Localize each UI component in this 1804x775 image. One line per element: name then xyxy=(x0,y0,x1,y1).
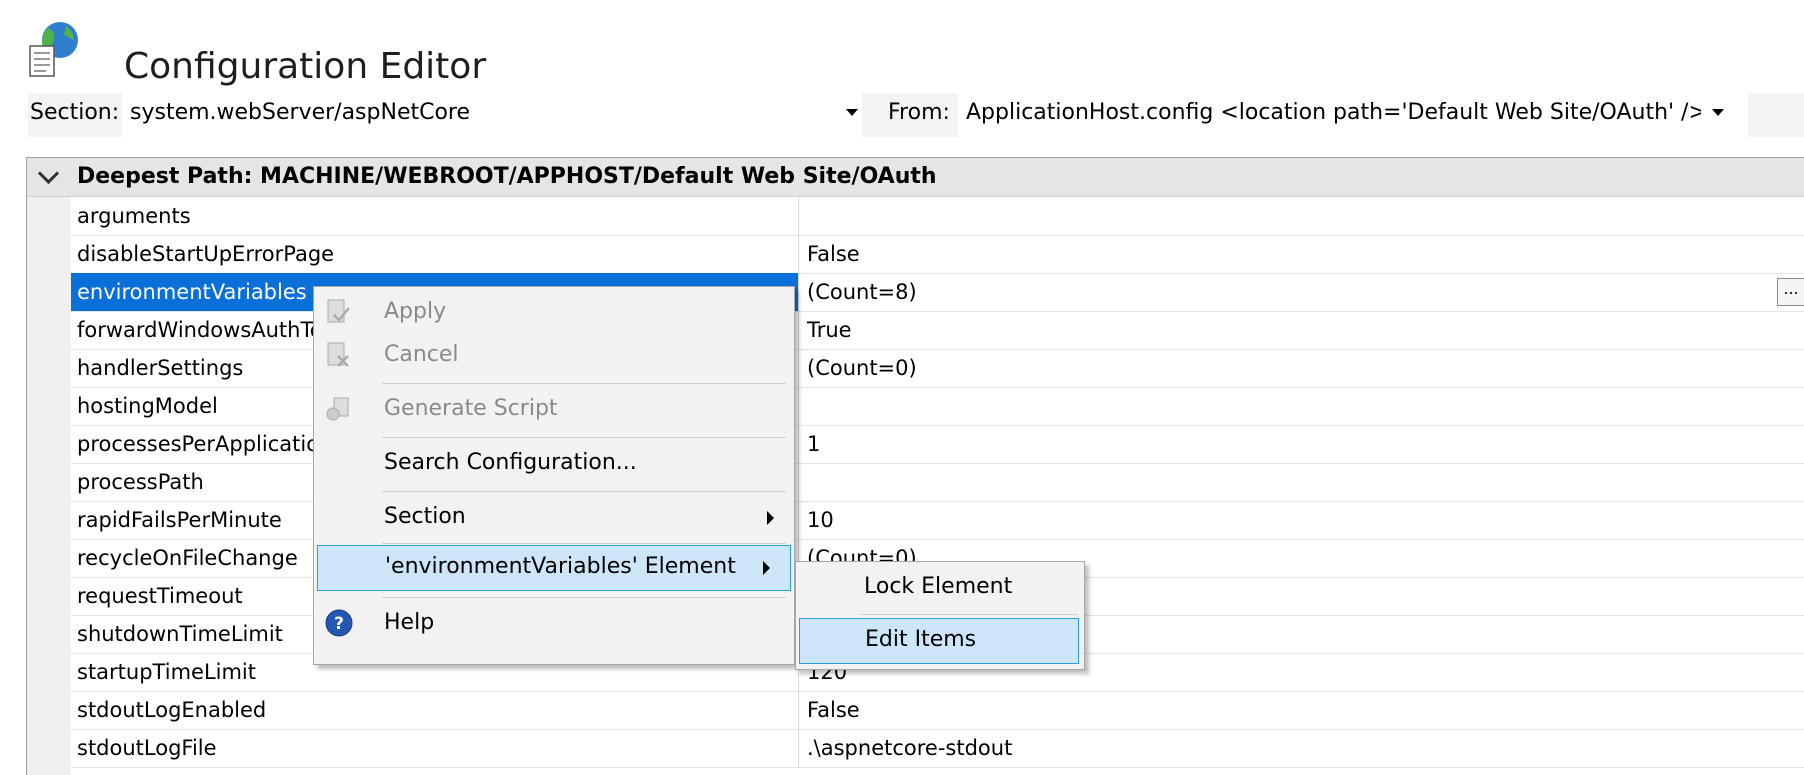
table-row[interactable]: disableStartUpErrorPage False xyxy=(71,235,1804,274)
property-value: 1 xyxy=(807,432,821,456)
property-value: False xyxy=(807,698,860,722)
property-name: disableStartUpErrorPage xyxy=(71,235,799,273)
property-value: True xyxy=(807,318,852,342)
menu-item-generate-script[interactable]: Generate Script xyxy=(314,386,794,434)
property-value: (Count=8) xyxy=(807,280,917,304)
menu-separator xyxy=(382,437,786,438)
menu-item-help[interactable]: ? Help xyxy=(314,600,794,648)
grid-gutter xyxy=(27,197,71,775)
section-toolbar: Section: system.webServer/aspNetCore Fro… xyxy=(28,93,1804,137)
property-value: 10 xyxy=(807,508,834,532)
grid-group-header[interactable]: Deepest Path: MACHINE/WEBROOT/APPHOST/De… xyxy=(27,158,1804,197)
chevron-down-icon[interactable] xyxy=(846,109,858,116)
menu-item-element[interactable]: 'environmentVariables' Element xyxy=(317,545,791,591)
deepest-path-label: Deepest Path: MACHINE/WEBROOT/APPHOST/De… xyxy=(77,164,937,189)
help-icon: ? xyxy=(325,609,353,637)
submenu-arrow-icon xyxy=(763,561,770,575)
element-submenu: Lock Element Edit Items xyxy=(795,561,1085,670)
menu-item-section[interactable]: Section xyxy=(314,494,794,542)
property-grid: Deepest Path: MACHINE/WEBROOT/APPHOST/De… xyxy=(26,157,1804,775)
section-value: system.webServer/aspNetCore xyxy=(130,100,471,125)
from-label: From: xyxy=(888,100,950,125)
menu-item-edit-items[interactable]: Edit Items xyxy=(799,618,1079,664)
property-value: (Count=0) xyxy=(807,356,917,380)
section-label: Section: xyxy=(30,100,120,125)
from-combobox[interactable]: ApplicationHost.config <location path='D… xyxy=(958,93,1748,137)
submenu-arrow-icon xyxy=(767,511,774,525)
chevron-down-icon[interactable] xyxy=(1712,109,1724,116)
context-menu: Apply Cancel Generate Script Search Conf… xyxy=(313,286,795,665)
table-row[interactable]: stdoutLogFile .\aspnetcore-stdout xyxy=(71,729,1804,768)
menu-separator xyxy=(382,543,786,544)
page-title: Configuration Editor xyxy=(124,46,487,87)
menu-separator xyxy=(860,614,1078,615)
property-value: False xyxy=(807,242,860,266)
menu-separator xyxy=(382,383,786,384)
property-name: stdoutLogEnabled xyxy=(71,691,799,729)
globe-config-icon xyxy=(29,22,78,77)
property-value: .\aspnetcore-stdout xyxy=(807,736,1013,760)
collapse-chevron-icon[interactable] xyxy=(37,162,60,185)
menu-item-apply[interactable]: Apply xyxy=(314,289,794,337)
table-row[interactable]: stdoutLogEnabled False xyxy=(71,691,1804,730)
apply-icon xyxy=(327,299,350,323)
menu-item-search-configuration[interactable]: Search Configuration... xyxy=(314,440,794,488)
menu-separator xyxy=(382,491,786,492)
cancel-icon xyxy=(327,342,349,367)
table-row[interactable]: arguments xyxy=(71,197,1804,236)
property-name: stdoutLogFile xyxy=(71,729,799,767)
menu-item-lock-element[interactable]: Lock Element xyxy=(796,564,1084,612)
property-name: arguments xyxy=(71,197,799,235)
menu-item-cancel[interactable]: Cancel xyxy=(314,332,794,380)
ellipsis-button[interactable]: ... xyxy=(1777,278,1804,306)
svg-text:?: ? xyxy=(334,614,344,634)
menu-separator xyxy=(382,597,786,598)
section-combobox[interactable]: system.webServer/aspNetCore xyxy=(122,93,862,137)
script-icon xyxy=(326,397,349,421)
from-value: ApplicationHost.config <location path='D… xyxy=(966,100,1701,125)
